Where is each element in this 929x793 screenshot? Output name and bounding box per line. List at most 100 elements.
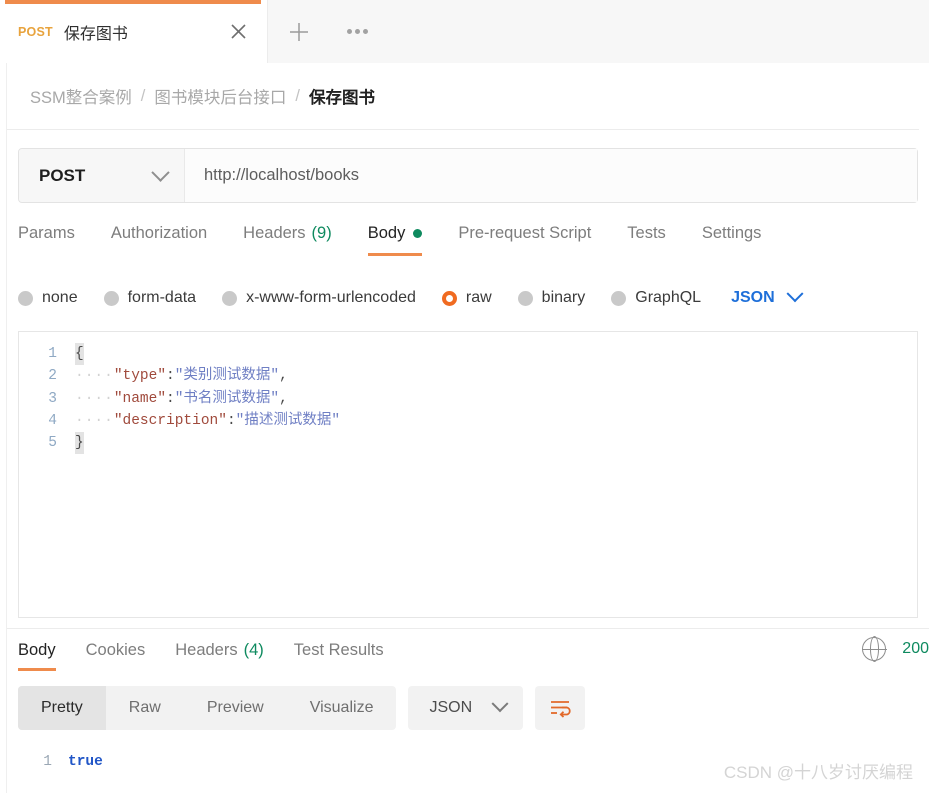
- json-key: "description": [113, 412, 227, 429]
- response-view-switch: Pretty Raw Preview Visualize: [18, 686, 397, 730]
- tab-pre-request-script[interactable]: Pre-request Script: [458, 222, 591, 256]
- tab-body[interactable]: Body: [367, 222, 423, 256]
- body-type-options: none form-data x-www-form-urlencoded raw…: [18, 281, 918, 315]
- breadcrumb-separator: /: [295, 86, 300, 105]
- plus-icon[interactable]: [268, 0, 330, 63]
- response-format-select[interactable]: JSON: [408, 686, 524, 730]
- tab-authorization-label: Authorization: [110, 224, 208, 242]
- request-body-editor[interactable]: 1 { 2 ···· "type" : "类别测试数据" , 3 ···· "n…: [18, 331, 918, 618]
- breadcrumb-item-collection[interactable]: SSM整合案例: [30, 84, 132, 108]
- request-tab-save-book[interactable]: POST 保存图书: [0, 0, 268, 63]
- response-toolbar: Pretty Raw Preview Visualize JSON: [18, 686, 918, 730]
- method-select[interactable]: POST: [19, 149, 185, 202]
- response-tab-headers-count: (4): [243, 641, 264, 659]
- json-string-value: "描述测试数据": [235, 412, 341, 429]
- json-key: "type": [113, 368, 167, 385]
- body-type-graphql-label: GraphQL: [635, 289, 702, 306]
- url-bar: POST http://localhost/books: [18, 148, 918, 203]
- body-type-urlencoded-label: x-www-form-urlencoded: [246, 289, 416, 306]
- indent-guide: ····: [75, 412, 114, 429]
- body-type-none-label: none: [42, 289, 78, 306]
- response-tab-test-results[interactable]: Test Results: [294, 629, 384, 671]
- tab-tests-label: Tests: [627, 224, 666, 242]
- status-badge: 200: [902, 640, 929, 657]
- response-view-pretty[interactable]: Pretty: [18, 686, 106, 730]
- more-horizontal-icon[interactable]: [330, 0, 384, 63]
- code-line: 4 ···· "description" : "描述测试数据": [19, 410, 917, 432]
- radio-icon: [611, 290, 627, 306]
- body-type-none[interactable]: none: [18, 289, 78, 307]
- json-colon: :: [166, 368, 175, 385]
- radio-selected-icon: [441, 290, 457, 306]
- request-tabs: Params Authorization Headers (9) Body Pr…: [18, 222, 918, 268]
- body-type-graphql[interactable]: GraphQL: [611, 289, 701, 307]
- window-right-rail: [919, 63, 929, 628]
- body-type-urlencoded[interactable]: x-www-form-urlencoded: [222, 289, 416, 307]
- body-type-binary[interactable]: binary: [517, 289, 585, 307]
- radio-icon: [103, 290, 119, 306]
- response-tab-headers-label: Headers: [175, 641, 238, 659]
- tab-headers-count: (9): [311, 224, 332, 242]
- json-comma: ,: [279, 390, 288, 407]
- breadcrumb-separator: /: [140, 86, 146, 105]
- request-body-code: 1 { 2 ···· "type" : "类别测试数据" , 3 ···· "n…: [19, 332, 917, 455]
- response-view-raw[interactable]: Raw: [106, 686, 184, 730]
- line-number: 4: [48, 412, 57, 429]
- tab-bar: POST 保存图书: [0, 0, 929, 64]
- json-string-value: "类别测试数据": [174, 368, 280, 385]
- method-select-value: POST: [39, 165, 86, 185]
- tab-settings-label: Settings: [701, 224, 762, 242]
- response-view-visualize[interactable]: Visualize: [287, 686, 397, 730]
- body-type-raw[interactable]: raw: [441, 289, 492, 307]
- response-tabs: Body Cookies Headers (4) Test Results 20…: [0, 628, 929, 674]
- window-left-rail: [0, 63, 7, 793]
- breadcrumb-current-request: 保存图书: [308, 89, 375, 107]
- json-brace: }: [75, 432, 84, 455]
- tab-headers[interactable]: Headers (9): [243, 222, 332, 256]
- indent-guide: ····: [75, 368, 114, 385]
- tab-params[interactable]: Params: [18, 222, 75, 256]
- tab-title-label: 保存图书: [63, 25, 128, 43]
- body-type-form-data[interactable]: form-data: [103, 289, 197, 307]
- response-format-value: JSON: [429, 699, 473, 716]
- response-tab-cookies[interactable]: Cookies: [86, 629, 146, 671]
- tab-body-label: Body: [367, 224, 406, 242]
- body-type-form-data-label: form-data: [127, 289, 197, 306]
- line-number: 1: [48, 346, 57, 362]
- close-icon[interactable]: [225, 19, 251, 45]
- response-tab-body-label: Body: [18, 641, 56, 659]
- tab-tests[interactable]: Tests: [627, 222, 666, 256]
- postman-window: POST 保存图书 SSM整合案例 / 图书模块后台接口 / 保存图书 POST…: [0, 0, 929, 793]
- tab-authorization[interactable]: Authorization: [111, 222, 207, 256]
- globe-icon: [861, 636, 887, 662]
- body-type-raw-label: raw: [465, 289, 492, 306]
- breadcrumb: SSM整合案例 / 图书模块后台接口 / 保存图书: [0, 63, 929, 130]
- json-comma: ,: [279, 368, 288, 385]
- chevron-down-icon: [786, 285, 804, 303]
- code-line: 3 ···· "name" : "书名测试数据" ,: [19, 388, 917, 410]
- indent-guide: ····: [75, 390, 114, 407]
- code-line: 5 }: [19, 432, 917, 455]
- json-key: "name": [113, 390, 167, 407]
- word-wrap-icon[interactable]: [535, 686, 586, 730]
- tab-settings[interactable]: Settings: [702, 222, 762, 256]
- chevron-down-icon: [491, 695, 509, 713]
- response-view-preview[interactable]: Preview: [184, 686, 287, 730]
- json-colon: :: [166, 390, 175, 407]
- line-number: 2: [48, 368, 57, 385]
- body-modified-dot-icon: [413, 229, 423, 238]
- tab-params-label: Params: [18, 224, 75, 242]
- url-input[interactable]: http://localhost/books: [185, 149, 917, 202]
- json-colon: :: [226, 412, 236, 429]
- tab-pre-request-script-label: Pre-request Script: [458, 224, 592, 242]
- csdn-watermark: CSDN @十八岁讨厌编程: [723, 763, 913, 782]
- body-format-value: JSON: [731, 289, 775, 306]
- body-format-select[interactable]: JSON: [731, 285, 804, 307]
- tab-headers-label: Headers: [243, 224, 306, 242]
- response-tab-headers[interactable]: Headers (4): [175, 629, 264, 671]
- breadcrumb-item-folder[interactable]: 图书模块后台接口: [154, 84, 286, 108]
- line-number: 5: [48, 435, 57, 452]
- code-line: 2 ···· "type" : "类别测试数据" ,: [19, 365, 917, 387]
- radio-icon: [18, 290, 33, 306]
- response-tab-body[interactable]: Body: [18, 629, 56, 671]
